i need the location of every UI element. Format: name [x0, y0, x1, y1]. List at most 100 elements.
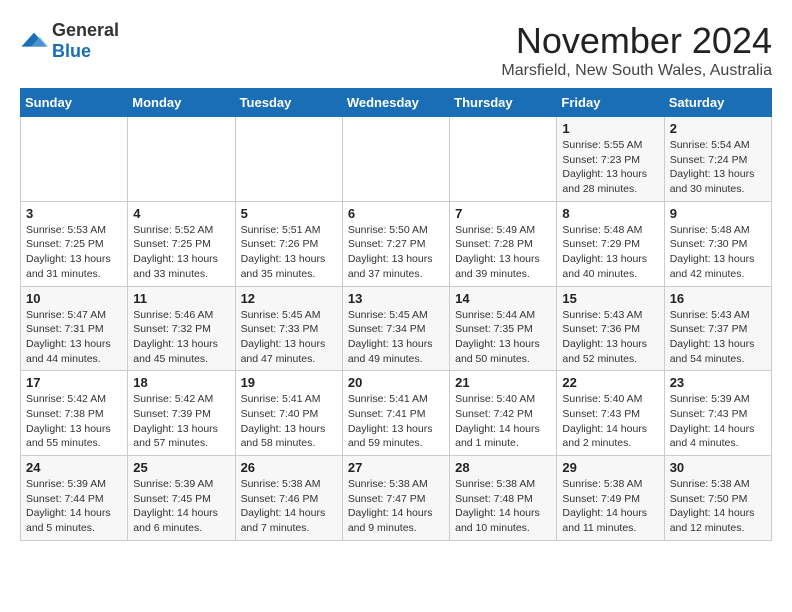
day-number: 18 — [133, 375, 229, 390]
day-info: Sunrise: 5:45 AM Sunset: 7:33 PM Dayligh… — [241, 308, 337, 367]
day-info: Sunrise: 5:54 AM Sunset: 7:24 PM Dayligh… — [670, 138, 766, 197]
day-number: 5 — [241, 206, 337, 221]
header-saturday: Saturday — [664, 89, 771, 117]
day-info: Sunrise: 5:55 AM Sunset: 7:23 PM Dayligh… — [562, 138, 658, 197]
calendar-cell: 21Sunrise: 5:40 AM Sunset: 7:42 PM Dayli… — [450, 371, 557, 456]
header-monday: Monday — [128, 89, 235, 117]
header-friday: Friday — [557, 89, 664, 117]
day-number: 26 — [241, 460, 337, 475]
page-header: General Blue November 2024 Marsfield, Ne… — [20, 20, 772, 80]
day-number: 19 — [241, 375, 337, 390]
calendar-cell: 27 Sunrise: 5:38 AM Sunset: 7:47 PM Dayli… — [342, 456, 449, 541]
calendar-cell: 22 Sunrise: 5:40 AM Sunset: 7:43 PM Dayli… — [557, 371, 664, 456]
title-block: November 2024 Marsfield, New South Wales… — [501, 20, 772, 80]
day-info: Sunrise: 5:48 AM Sunset: 7:29 PM Dayligh… — [562, 223, 658, 282]
day-info: Sunrise: 5:46 AM Sunset: 7:32 PM Dayligh… — [133, 308, 229, 367]
calendar-cell: 26 Sunrise: 5:38 AM Sunset: 7:46 PM Dayli… — [235, 456, 342, 541]
calendar-week-1: 1 Sunrise: 5:55 AM Sunset: 7:23 PM Daylig… — [21, 117, 772, 202]
day-info: Sunrise: 5:45 AM Sunset: 7:34 PM Dayligh… — [348, 308, 444, 367]
day-number: 13 — [348, 291, 444, 306]
day-number: 17 — [26, 375, 122, 390]
calendar-cell: 15 Sunrise: 5:43 AM Sunset: 7:36 PM Dayli… — [557, 286, 664, 371]
calendar-cell: 6 Sunrise: 5:50 AM Sunset: 7:27 PM Daylig… — [342, 201, 449, 286]
day-info: Sunrise: 5:52 AM Sunset: 7:25 PM Dayligh… — [133, 223, 229, 282]
day-info: Sunrise: 5:38 AM Sunset: 7:49 PM Dayligh… — [562, 477, 658, 536]
day-info: Sunrise: 5:43 AM Sunset: 7:37 PM Dayligh… — [670, 308, 766, 367]
month-title: November 2024 — [501, 20, 772, 62]
calendar-cell: 7 Sunrise: 5:49 AM Sunset: 7:28 PM Daylig… — [450, 201, 557, 286]
calendar-week-2: 3Sunrise: 5:53 AM Sunset: 7:25 PM Daylig… — [21, 201, 772, 286]
day-info: Sunrise: 5:39 AM Sunset: 7:43 PM Dayligh… — [670, 392, 766, 451]
calendar-cell: 17 Sunrise: 5:42 AM Sunset: 7:38 PM Dayli… — [21, 371, 128, 456]
calendar-cell: 2Sunrise: 5:54 AM Sunset: 7:24 PM Daylig… — [664, 117, 771, 202]
calendar-cell: 3Sunrise: 5:53 AM Sunset: 7:25 PM Daylig… — [21, 201, 128, 286]
day-number: 8 — [562, 206, 658, 221]
calendar-cell: 19 Sunrise: 5:41 AM Sunset: 7:40 PM Dayli… — [235, 371, 342, 456]
day-number: 23 — [670, 375, 766, 390]
day-info: Sunrise: 5:42 AM Sunset: 7:38 PM Dayligh… — [26, 392, 122, 451]
calendar-cell — [128, 117, 235, 202]
calendar-cell: 20Sunrise: 5:41 AM Sunset: 7:41 PM Dayli… — [342, 371, 449, 456]
day-number: 24 — [26, 460, 122, 475]
day-info: Sunrise: 5:49 AM Sunset: 7:28 PM Dayligh… — [455, 223, 551, 282]
day-number: 1 — [562, 121, 658, 136]
day-info: Sunrise: 5:39 AM Sunset: 7:45 PM Dayligh… — [133, 477, 229, 536]
day-info: Sunrise: 5:38 AM Sunset: 7:48 PM Dayligh… — [455, 477, 551, 536]
calendar-cell: 23 Sunrise: 5:39 AM Sunset: 7:43 PM Dayli… — [664, 371, 771, 456]
day-info: Sunrise: 5:40 AM Sunset: 7:42 PM Dayligh… — [455, 392, 551, 451]
calendar-cell: 18 Sunrise: 5:42 AM Sunset: 7:39 PM Dayli… — [128, 371, 235, 456]
day-number: 10 — [26, 291, 122, 306]
day-number: 7 — [455, 206, 551, 221]
day-number: 25 — [133, 460, 229, 475]
calendar-cell: 11Sunrise: 5:46 AM Sunset: 7:32 PM Dayli… — [128, 286, 235, 371]
logo-blue-text: Blue — [52, 41, 91, 61]
day-info: Sunrise: 5:51 AM Sunset: 7:26 PM Dayligh… — [241, 223, 337, 282]
calendar-cell — [342, 117, 449, 202]
logo: General Blue — [20, 20, 119, 62]
calendar-cell: 10 Sunrise: 5:47 AM Sunset: 7:31 PM Dayli… — [21, 286, 128, 371]
calendar-header-row: SundayMondayTuesdayWednesdayThursdayFrid… — [21, 89, 772, 117]
header-thursday: Thursday — [450, 89, 557, 117]
day-number: 22 — [562, 375, 658, 390]
calendar-cell — [450, 117, 557, 202]
day-info: Sunrise: 5:53 AM Sunset: 7:25 PM Dayligh… — [26, 223, 122, 282]
calendar-week-3: 10 Sunrise: 5:47 AM Sunset: 7:31 PM Dayli… — [21, 286, 772, 371]
day-number: 16 — [670, 291, 766, 306]
calendar-cell: 28 Sunrise: 5:38 AM Sunset: 7:48 PM Dayli… — [450, 456, 557, 541]
day-info: Sunrise: 5:38 AM Sunset: 7:47 PM Dayligh… — [348, 477, 444, 536]
day-info: Sunrise: 5:43 AM Sunset: 7:36 PM Dayligh… — [562, 308, 658, 367]
day-info: Sunrise: 5:47 AM Sunset: 7:31 PM Dayligh… — [26, 308, 122, 367]
day-number: 30 — [670, 460, 766, 475]
day-number: 27 — [348, 460, 444, 475]
calendar-cell: 5 Sunrise: 5:51 AM Sunset: 7:26 PM Daylig… — [235, 201, 342, 286]
location-title: Marsfield, New South Wales, Australia — [501, 62, 772, 80]
day-info: Sunrise: 5:48 AM Sunset: 7:30 PM Dayligh… — [670, 223, 766, 282]
day-info: Sunrise: 5:40 AM Sunset: 7:43 PM Dayligh… — [562, 392, 658, 451]
calendar-cell: 8 Sunrise: 5:48 AM Sunset: 7:29 PM Daylig… — [557, 201, 664, 286]
day-info: Sunrise: 5:39 AM Sunset: 7:44 PM Dayligh… — [26, 477, 122, 536]
calendar-cell: 14 Sunrise: 5:44 AM Sunset: 7:35 PM Dayli… — [450, 286, 557, 371]
day-number: 28 — [455, 460, 551, 475]
calendar-cell: 30Sunrise: 5:38 AM Sunset: 7:50 PM Dayli… — [664, 456, 771, 541]
calendar-cell: 12Sunrise: 5:45 AM Sunset: 7:33 PM Dayli… — [235, 286, 342, 371]
calendar-week-4: 17 Sunrise: 5:42 AM Sunset: 7:38 PM Dayli… — [21, 371, 772, 456]
day-number: 14 — [455, 291, 551, 306]
day-number: 4 — [133, 206, 229, 221]
day-info: Sunrise: 5:38 AM Sunset: 7:46 PM Dayligh… — [241, 477, 337, 536]
day-number: 6 — [348, 206, 444, 221]
day-info: Sunrise: 5:42 AM Sunset: 7:39 PM Dayligh… — [133, 392, 229, 451]
calendar-cell: 16 Sunrise: 5:43 AM Sunset: 7:37 PM Dayli… — [664, 286, 771, 371]
logo-icon — [20, 31, 48, 51]
header-sunday: Sunday — [21, 89, 128, 117]
calendar-week-5: 24 Sunrise: 5:39 AM Sunset: 7:44 PM Dayli… — [21, 456, 772, 541]
day-info: Sunrise: 5:50 AM Sunset: 7:27 PM Dayligh… — [348, 223, 444, 282]
day-number: 9 — [670, 206, 766, 221]
header-tuesday: Tuesday — [235, 89, 342, 117]
calendar-cell: 25 Sunrise: 5:39 AM Sunset: 7:45 PM Dayli… — [128, 456, 235, 541]
day-info: Sunrise: 5:44 AM Sunset: 7:35 PM Dayligh… — [455, 308, 551, 367]
day-info: Sunrise: 5:41 AM Sunset: 7:41 PM Dayligh… — [348, 392, 444, 451]
calendar-cell — [235, 117, 342, 202]
day-info: Sunrise: 5:41 AM Sunset: 7:40 PM Dayligh… — [241, 392, 337, 451]
day-number: 15 — [562, 291, 658, 306]
header-wednesday: Wednesday — [342, 89, 449, 117]
